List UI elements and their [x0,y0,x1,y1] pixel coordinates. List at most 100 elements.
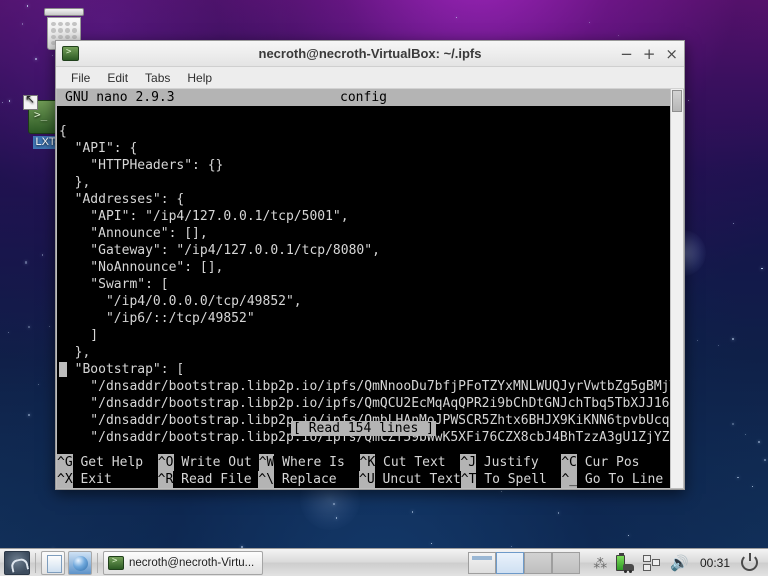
terminal-scrollbar[interactable] [670,89,683,488]
shortcut-arrow-icon [23,93,38,110]
star [26,5,29,7]
web-browser-icon[interactable] [68,550,92,575]
star [628,535,630,537]
nano-shortcut[interactable]: ^C Cur Pos [561,454,670,471]
nano-shortcut-key: ^W [258,454,275,471]
desktop-pager[interactable] [468,551,581,574]
nano-shortcut-label: Where Is [274,455,345,470]
terminal-window[interactable]: necroth@necroth-VirtualBox: ~/.ipfs − + … [55,40,685,490]
nano-shortcut[interactable]: ^T To Spell [460,471,562,488]
menu-item-edit[interactable]: Edit [100,69,135,87]
code-line: "API": { [59,141,138,156]
star [687,99,689,101]
pager-desktop-1[interactable] [468,551,497,574]
nano-shortcut-label: Uncut Text [374,472,461,487]
taskbar[interactable]: necroth@necroth-Virtu... ⁂ 🔊 00:31 [0,548,768,576]
star [21,23,23,25]
star [617,35,620,37]
taskbar-window-label: necroth@necroth-Virtu... [129,556,255,569]
nano-shortcut-key: ^X [57,471,73,488]
code-line: "Announce": [], [59,226,208,241]
text-cursor [59,362,67,377]
pager-desktop-4[interactable] [552,551,581,574]
window-menubar[interactable]: File Edit Tabs Help [56,67,684,89]
taskbar-window-button[interactable]: necroth@necroth-Virtu... [103,550,264,575]
bluetooth-icon[interactable]: ⁂ [593,556,607,570]
code-line: "HTTPHeaders": {} [59,158,224,173]
code-line: "/dnsaddr/bootstrap.libp2p.io/ipfs/QmQCU… [59,395,670,412]
menu-item-help[interactable]: Help [180,69,219,87]
nano-shortcut[interactable]: ^O Write Out [157,454,259,471]
clock[interactable]: 00:31 [698,556,732,570]
file-manager-icon[interactable] [41,550,65,575]
nano-shortcut-label: Exit [72,472,112,487]
system-tray[interactable]: ⁂ 🔊 00:31 [587,552,764,573]
nano-shortcut-key: ^G [57,454,73,471]
nano-shortcut-row-2: ^X Exit ^R Read File ^\ Replace ^U Uncut Te… [57,471,670,488]
nano-shortcut[interactable]: ^X Exit [57,471,158,488]
star [38,383,40,385]
nano-shortcut-key: ^R [157,471,174,488]
code-line: "Swarm": [ [59,277,169,292]
nano-shortcut-label: Cut Text [375,455,446,470]
star [751,486,753,488]
nano-editor[interactable]: GNU nano 2.9.3 config { "API": { "HTTPHe… [57,89,670,488]
star [731,422,735,426]
star [733,222,735,224]
star [744,433,746,435]
star [761,267,763,269]
code-line: "API": "/ip4/127.0.0.1/tcp/5001", [59,209,349,224]
nano-shortcut[interactable]: ^J Justify [460,454,561,471]
window-title: necroth@necroth-VirtualBox: ~/.ipfs [258,46,482,61]
nano-shortcut[interactable]: ^_ Go To Line [561,471,670,488]
nano-filename: config [340,90,387,105]
nano-shortcut[interactable]: ^U Uncut Text [359,471,461,488]
nano-shortcut-key: ^J [460,454,477,471]
scrollbar-thumb[interactable] [672,90,682,112]
star [2,102,4,104]
nano-shortcut-label: Go To Line [577,472,664,487]
pager-desktop-2[interactable] [496,551,525,574]
code-line: ] [59,328,99,343]
nano-shortcut-key: ^C [561,454,577,471]
star [696,340,698,342]
battery-icon[interactable] [616,552,635,573]
volume-icon[interactable]: 🔊 [670,554,689,572]
window-titlebar[interactable]: necroth@necroth-VirtualBox: ~/.ipfs − + … [56,41,684,67]
star [7,331,9,334]
nano-shortcut-key: ^O [157,454,174,471]
code-line: "/ip4/0.0.0.0/tcp/49852", [59,294,302,309]
code-line: }, [59,345,91,360]
menu-item-file[interactable]: File [64,69,97,87]
star [455,17,457,19]
nano-shortcut-key: ^_ [561,471,578,488]
nano-shortcut-label: To Spell [476,472,547,487]
code-line: "/ip6/::/tcp/49852" [59,311,255,326]
terminal-area[interactable]: GNU nano 2.9.3 config { "API": { "HTTPHe… [56,89,684,489]
pager-desktop-3[interactable] [524,551,553,574]
menu-item-tabs[interactable]: Tabs [138,69,177,87]
code-line: "Addresses": { [59,192,185,207]
nano-shortcut-label: Cur Pos [576,455,640,470]
star [28,325,31,328]
maximize-button[interactable]: + [643,46,656,61]
nano-text-buffer[interactable]: { "API": { "HTTPHeaders": {} }, "Address… [57,106,670,446]
start-menu-button[interactable] [4,550,30,575]
star [557,512,559,514]
nano-shortcut[interactable]: ^R Read File [157,471,259,488]
star [27,413,30,417]
nano-shortcut[interactable]: ^W Where Is [258,454,360,471]
nano-shortcut[interactable]: ^G Get Help [57,454,158,471]
nano-shortcut[interactable]: ^K Cut Text [359,454,461,471]
star [764,459,766,461]
star [510,545,513,547]
nano-shortcut-key: ^U [359,471,375,488]
window-app-icon [62,46,79,61]
minimize-button[interactable]: − [620,46,633,61]
nano-shortcut-key: ^\ [258,471,274,488]
nano-shortcut-row-1: ^G Get Help ^O Write Out ^W Where Is ^K Cut… [57,454,670,471]
network-icon[interactable] [643,554,661,571]
power-icon[interactable] [741,554,758,571]
close-button[interactable]: × [665,46,678,61]
nano-shortcut[interactable]: ^\ Replace [258,471,359,488]
